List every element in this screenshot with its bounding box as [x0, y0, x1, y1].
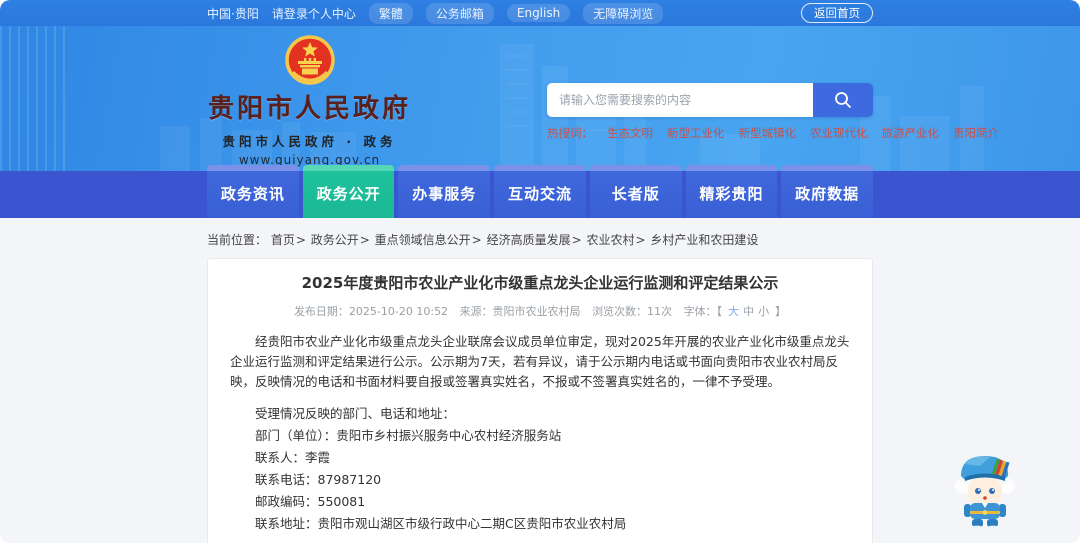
nav-tab-government-data[interactable]: 政府数据 [781, 165, 874, 218]
search-icon [835, 92, 851, 108]
info-line-phone: 联系电话：87987120 [255, 471, 382, 487]
hotword-eco-civilization[interactable]: 生态文明 [607, 125, 653, 141]
breadcrumb-separator: > [635, 233, 646, 247]
return-home-button[interactable]: 返回首页 [801, 3, 873, 23]
page: 中国·贵阳 请登录个人中心 繁體 公务邮箱 English 无障碍浏览 返回首页 [0, 0, 1080, 543]
info-line-department: 部门（单位）：贵阳市乡村振兴服务中心农村经济服务站 [255, 427, 562, 443]
font-size-small[interactable]: 小 [758, 305, 769, 318]
breadcrumb-disclosure[interactable]: 政务公开 [311, 233, 359, 247]
article-meta: 发布日期：2025-10-20 10:52 来源：贵阳市农业农村局 浏览次数：1… [230, 303, 850, 319]
nav-tab-wonderful-guiyang[interactable]: 精彩贵阳 [685, 165, 778, 218]
topbar-links: 中国·贵阳 请登录个人中心 繁體 公务邮箱 English 无障碍浏览 [207, 2, 801, 24]
hot-search-words: 热搜词： 生态文明 新型工业化 新型城镇化 农业现代化 旅游产业化 贵阳简介 [547, 125, 999, 141]
font-size-bracket: 】 [775, 305, 787, 318]
hotword-tourism-industrialization[interactable]: 旅游产业化 [882, 125, 940, 141]
hotword-new-industrialization[interactable]: 新型工业化 [667, 125, 725, 141]
breadcrumb-label: 当前位置： [207, 233, 268, 247]
national-emblem-icon [284, 35, 335, 85]
info-line-postcode: 邮政编码：550081 [255, 493, 366, 509]
breadcrumb-agriculture[interactable]: 农业农村 [586, 233, 634, 247]
hotword-agri-modernization[interactable]: 农业现代化 [810, 125, 868, 141]
view-count: 浏览次数：11次 [592, 305, 673, 318]
search-input[interactable] [547, 83, 813, 117]
breadcrumb-separator: > [295, 233, 306, 247]
main-navigation: 政务资讯 政务公开 办事服务 互动交流 长者版 精彩贵阳 政府数据 [0, 165, 1080, 218]
article-paragraph: 经贵阳市农业产业化市级重点龙头企业联席会议成员单位审定，现对2025年开展的农业… [230, 334, 850, 389]
search-button[interactable] [813, 83, 873, 117]
nav-tab-interaction[interactable]: 互动交流 [494, 165, 586, 218]
top-utility-bar: 中国·贵阳 请登录个人中心 繁體 公务邮箱 English 无障碍浏览 返回首页 [0, 0, 1080, 26]
hotword-guiyang-intro[interactable]: 贵阳简介 [953, 125, 999, 141]
breadcrumb-economy[interactable]: 经济高质量发展 [487, 233, 571, 247]
info-line-address: 联系地址：贵阳市观山湖区市级行政中心二期C区贵阳市农业农村局 [255, 515, 627, 531]
topbar-item-china-guiyang[interactable]: 中国·贵阳 [207, 5, 259, 22]
article-card: 2025年度贵阳市农业产业化市级重点龙头企业运行监测和评定结果公示 发布日期：2… [207, 258, 873, 543]
topbar-item-official-mail[interactable]: 公务邮箱 [425, 2, 494, 24]
search-area: 热搜词： 生态文明 新型工业化 新型城镇化 农业现代化 旅游产业化 贵阳简介 [547, 26, 999, 171]
breadcrumb-separator: > [471, 233, 482, 247]
publish-date: 发布日期：2025-10-20 10:52 [293, 305, 449, 318]
breadcrumb-separator: > [359, 233, 370, 247]
info-line-contact-person: 联系人：李霞 [255, 449, 331, 465]
info-line-contact-header: 受理情况反映的部门、电话和地址： [255, 405, 456, 421]
breadcrumb-key-areas[interactable]: 重点领域信息公开 [375, 233, 471, 247]
breadcrumb-home[interactable]: 首页 [271, 233, 295, 247]
breadcrumb: 当前位置： 首页> 政务公开> 重点领域信息公开> 经济高质量发展> 农业农村>… [207, 231, 873, 248]
font-size-large[interactable]: 大 [728, 305, 739, 318]
topbar-item-traditional-chinese[interactable]: 繁體 [368, 2, 413, 24]
hotwords-label: 热搜词： [547, 126, 593, 140]
site-banner: 贵阳市人民政府 贵阳市人民政府 · 政务 www.guiyang.gov.cn … [0, 26, 1080, 171]
hotword-new-urbanization[interactable]: 新型城镇化 [739, 125, 797, 141]
nav-tab-senior-version[interactable]: 长者版 [589, 165, 682, 218]
topbar-item-accessibility[interactable]: 无障碍浏览 [583, 2, 664, 24]
article-source: 来源：贵阳市农业农村局 [459, 305, 581, 318]
topbar-item-login-personal-center[interactable]: 请登录个人中心 [272, 5, 356, 22]
mascot-icon [955, 456, 1015, 531]
nav-tab-government-news[interactable]: 政务资讯 [207, 165, 299, 218]
breadcrumb-rural-industry[interactable]: 乡村产业和农田建设 [650, 233, 758, 247]
topbar-item-english[interactable]: English [506, 4, 571, 22]
site-subtitle: 贵阳市人民政府 · 政务 [222, 134, 397, 149]
nav-tab-government-disclosure[interactable]: 政务公开 [302, 165, 395, 218]
site-title: 贵阳市人民政府 [207, 94, 411, 124]
article-title: 2025年度贵阳市农业产业化市级重点龙头企业运行监测和评定结果公示 [301, 274, 779, 292]
font-size-medium[interactable]: 中 [743, 305, 754, 318]
assistant-mascot-button[interactable] [950, 450, 1020, 531]
site-logo[interactable]: 贵阳市人民政府 贵阳市人民政府 · 政务 www.guiyang.gov.cn [207, 26, 412, 171]
nav-tab-services[interactable]: 办事服务 [398, 165, 491, 218]
breadcrumb-separator: > [571, 233, 582, 247]
font-size-label: 字体：【 [683, 305, 723, 318]
